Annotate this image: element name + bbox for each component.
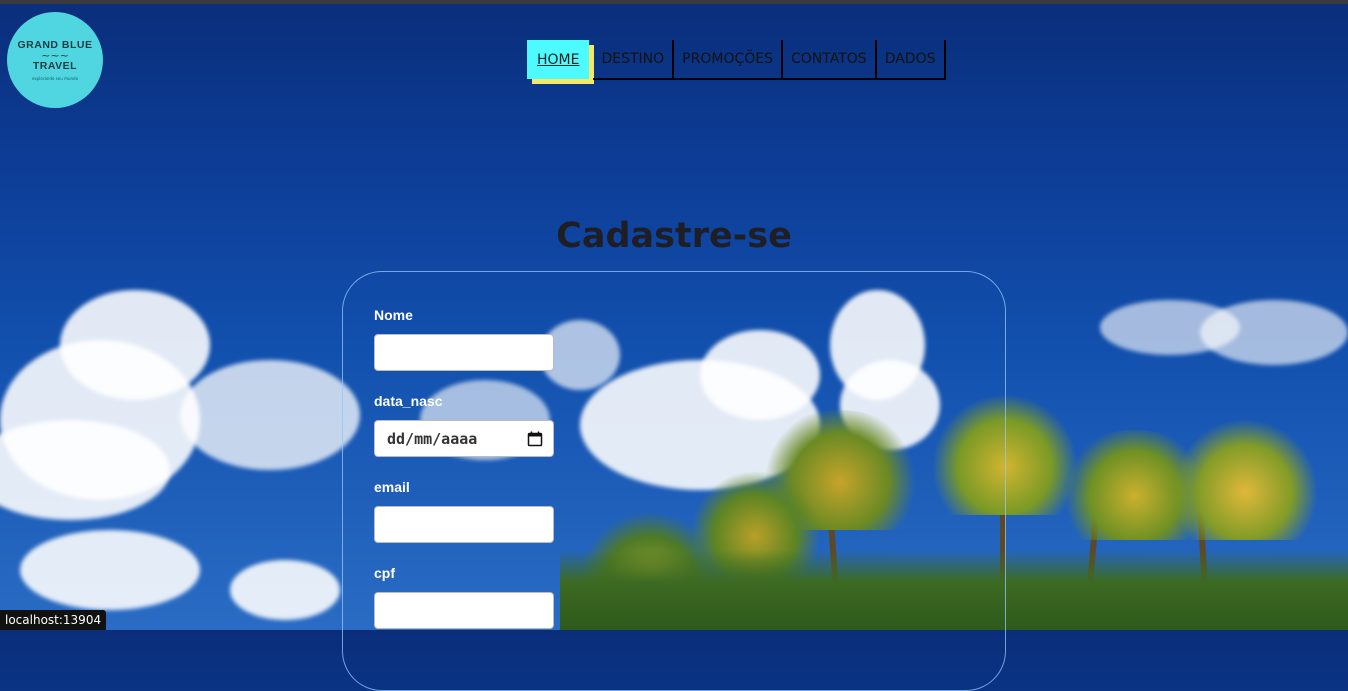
brand-logo[interactable]: GRAND BLUE ~~~ TRAVEL explorando seu mun… bbox=[7, 12, 103, 108]
nav-item-dados[interactable]: DADOS bbox=[876, 40, 946, 80]
birthdate-input[interactable]: dd/mm/aaaa bbox=[374, 420, 554, 457]
nav-item-destino[interactable]: DESTINO bbox=[593, 40, 675, 80]
birthdate-label: data_nasc bbox=[374, 393, 443, 409]
name-input[interactable] bbox=[374, 334, 554, 371]
page-title: Cadastre-se bbox=[556, 216, 792, 256]
email-input[interactable] bbox=[374, 506, 554, 543]
email-label: email bbox=[374, 479, 410, 495]
logo-tagline: explorando seu mundo bbox=[31, 75, 79, 81]
birthdate-placeholder: dd/mm/aaaa bbox=[387, 429, 478, 448]
name-label: Nome bbox=[374, 307, 413, 323]
nav-item-promocoes[interactable]: PROMOÇÕES bbox=[674, 40, 783, 80]
calendar-icon[interactable] bbox=[527, 431, 543, 447]
window-top-border bbox=[0, 0, 1348, 4]
nav-item-home[interactable]: HOME bbox=[527, 40, 590, 79]
browser-status-url: localhost:13904 bbox=[0, 610, 107, 630]
logo-wave: ~~~ bbox=[41, 48, 69, 62]
main-nav: HOME DESTINO PROMOÇÕES CONTATOS DADOS bbox=[527, 40, 946, 80]
logo-line-2: TRAVEL bbox=[32, 59, 78, 72]
signup-form: Nome data_nasc dd/mm/aaaa email cpf bbox=[342, 271, 1006, 691]
nav-item-contatos[interactable]: CONTATOS bbox=[783, 40, 877, 80]
cpf-input[interactable] bbox=[374, 592, 554, 629]
cpf-label: cpf bbox=[374, 565, 395, 581]
